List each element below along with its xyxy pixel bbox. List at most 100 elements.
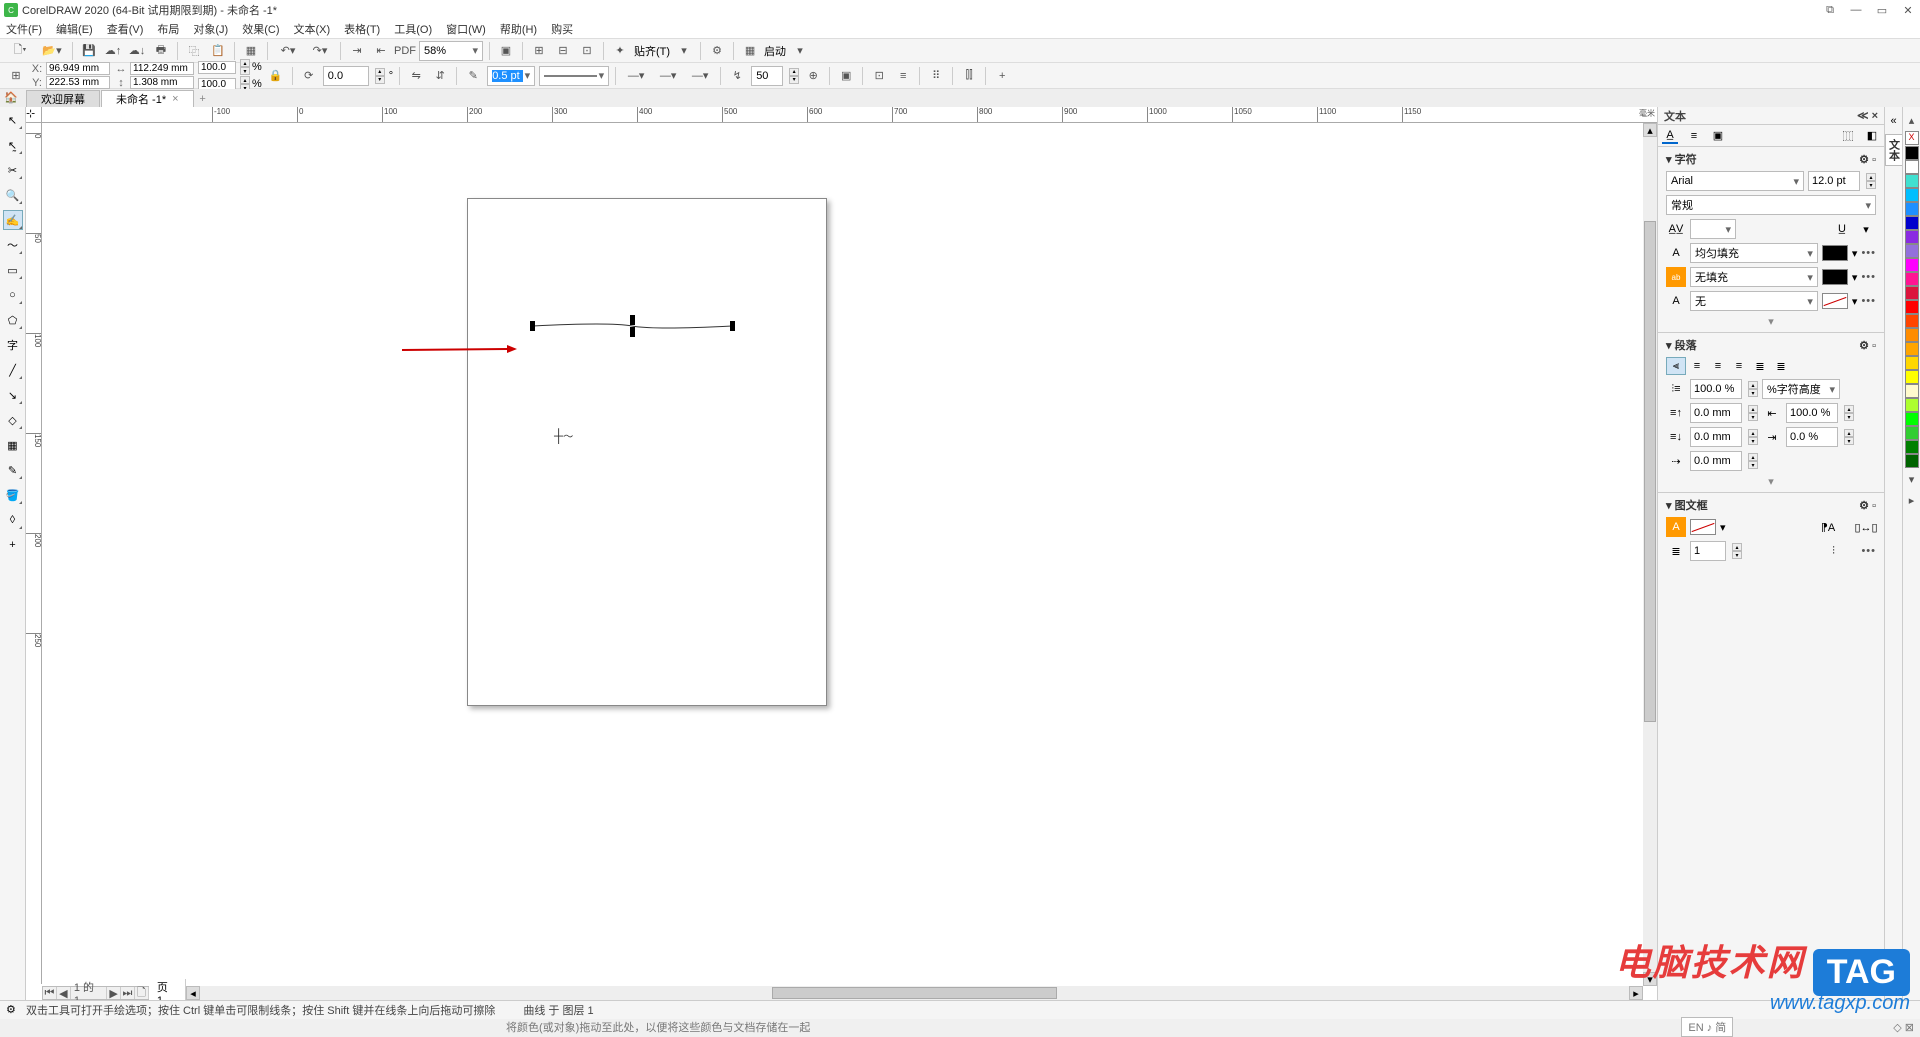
redo-button[interactable]: ↷▾ — [306, 41, 334, 61]
rulers-icon[interactable]: ⊞ — [529, 41, 549, 61]
launch-label[interactable]: 启动 — [764, 43, 786, 59]
open-button[interactable]: 📂▾ — [38, 41, 66, 61]
zoom-input[interactable] — [424, 45, 470, 57]
left-indent-input[interactable] — [1786, 403, 1838, 423]
menu-buy[interactable]: 购买 — [551, 21, 573, 37]
color-swatch[interactable] — [1905, 342, 1919, 356]
color-swatch[interactable] — [1905, 160, 1919, 174]
menu-view[interactable]: 查看(V) — [107, 21, 144, 37]
vertical-align-icon[interactable]: ⫶ — [1823, 541, 1843, 561]
color-swatch[interactable] — [1905, 286, 1919, 300]
ruler-horizontal[interactable]: 毫米 -100010020030040050060070080090010001… — [42, 107, 1657, 123]
handle-left[interactable] — [530, 321, 535, 331]
color-swatch[interactable] — [1905, 398, 1919, 412]
grid2-icon[interactable]: ⠿ — [926, 66, 946, 86]
menu-help[interactable]: 帮助(H) — [500, 21, 537, 37]
eyedropper-tool[interactable]: ✎ — [3, 460, 23, 480]
status-gear-icon[interactable]: ⚙ — [6, 1003, 20, 1017]
start-arrow-combo[interactable]: —▾ — [622, 66, 650, 86]
lock-ratio-icon[interactable]: 🔒 — [266, 66, 286, 86]
freehand-tool[interactable]: ✍ — [3, 210, 23, 230]
add-preset-icon[interactable]: + — [992, 66, 1012, 86]
prev-page-icon[interactable]: ◀ — [57, 987, 71, 999]
handle-top[interactable] — [630, 315, 635, 325]
text-tool[interactable]: 字 — [3, 335, 23, 355]
color-swatch[interactable] — [1905, 440, 1919, 454]
import-button[interactable]: ⇥ — [347, 41, 367, 61]
rotation-spinner[interactable]: ▴▾ — [375, 68, 385, 84]
frame-gear-icon[interactable]: ⚙ ▫ — [1859, 499, 1876, 512]
char-expand-icon[interactable]: ▾ — [1666, 315, 1876, 328]
paste-button[interactable]: 📋 — [208, 41, 228, 61]
artistic-tool[interactable]: 〜 — [3, 235, 23, 255]
first-page-icon[interactable]: ⏮ — [43, 987, 57, 999]
outline-swatch[interactable] — [1822, 293, 1848, 309]
color-swatch[interactable] — [1905, 272, 1919, 286]
cloud-up-icon[interactable]: ☁↑ — [103, 41, 123, 61]
add-tab-button[interactable]: + — [195, 91, 211, 107]
tab-close-icon[interactable]: × — [172, 93, 178, 105]
next-page-icon[interactable]: ▶ — [107, 987, 121, 999]
options-icon2[interactable]: ◧ — [1864, 128, 1880, 144]
color-swatch[interactable] — [1905, 230, 1919, 244]
para-expand-icon[interactable]: ▾ — [1666, 475, 1876, 488]
scroll-down-icon[interactable]: ▾ — [1643, 972, 1657, 986]
shape-tool[interactable]: ↖̰ — [3, 135, 23, 155]
align-center-icon[interactable]: ≡ — [1708, 357, 1728, 375]
outline-type-combo[interactable]: 无▾ — [1690, 291, 1818, 311]
docker-menu-icon[interactable]: ≪ × — [1857, 109, 1878, 122]
frame-fill-icon[interactable]: A — [1666, 517, 1686, 537]
snap-dropdown[interactable]: ▾ — [674, 41, 694, 61]
grid-icon[interactable]: ⊟ — [553, 41, 573, 61]
menu-file[interactable]: 文件(F) — [6, 21, 42, 37]
font-size-input[interactable] — [1808, 171, 1860, 191]
add-tool-button[interactable]: + — [3, 535, 23, 555]
color-swatch[interactable] — [1905, 258, 1919, 272]
char-tab-icon[interactable]: A̲ — [1662, 128, 1678, 144]
columns-icon2[interactable]: ≣ — [1666, 541, 1686, 561]
color-swatch[interactable] — [1905, 244, 1919, 258]
palette-up-icon[interactable]: ▴ — [1902, 110, 1920, 130]
side-tab-text[interactable]: 文本 — [1885, 134, 1903, 166]
menu-window[interactable]: 窗口(W) — [446, 21, 486, 37]
palette-down-icon[interactable]: ▾ — [1902, 469, 1920, 489]
cloud-down-icon[interactable]: ☁↓ — [127, 41, 147, 61]
underline-drop-icon[interactable]: ▾ — [1856, 219, 1876, 239]
before-spacing-input[interactable] — [1690, 403, 1742, 423]
minimize-button[interactable]: — — [1848, 2, 1864, 18]
color-swatch[interactable] — [1905, 174, 1919, 188]
menu-tools[interactable]: 工具(O) — [394, 21, 432, 37]
tab-welcome[interactable]: 欢迎屏幕 — [26, 90, 100, 107]
x-input[interactable] — [46, 62, 110, 75]
align-icon[interactable]: ≡ — [893, 66, 913, 86]
outline-width-input[interactable] — [492, 70, 522, 82]
end-arrow-combo[interactable]: —▾ — [654, 66, 682, 86]
selected-curve[interactable] — [530, 320, 735, 332]
scroll-left-icon[interactable]: ◂ — [186, 986, 200, 1000]
undo-button[interactable]: ↶▾ — [274, 41, 302, 61]
menu-table[interactable]: 表格(T) — [344, 21, 380, 37]
zoom-combo[interactable]: ▾ — [419, 41, 483, 61]
side-close-icon[interactable]: « — [1884, 111, 1904, 131]
menu-layout[interactable]: 布局 — [157, 21, 179, 37]
hscroll-thumb[interactable] — [772, 987, 1058, 999]
color-swatch[interactable] — [1905, 356, 1919, 370]
frame-swatch[interactable] — [1690, 519, 1716, 535]
outline-tool[interactable]: ◊ — [3, 510, 23, 530]
close-button[interactable]: ✕ — [1900, 2, 1916, 18]
clipboard-icon[interactable]: ▦ — [241, 41, 261, 61]
fill-type-combo[interactable]: 均匀填充▾ — [1690, 243, 1818, 263]
bbox-icon[interactable]: ▣ — [836, 66, 856, 86]
font-style-combo[interactable]: 常规▾ — [1666, 195, 1876, 215]
print-button[interactable]: 🖶 — [151, 41, 171, 61]
fullscreen-icon[interactable]: ▣ — [496, 41, 516, 61]
distribute-icon[interactable]: ⫿⫿ — [959, 66, 979, 86]
color-swatch[interactable] — [1905, 146, 1919, 160]
dimension-tool[interactable]: ╱ — [3, 360, 23, 380]
snap-options-icon[interactable]: ✦ — [610, 41, 630, 61]
para-gear-icon[interactable]: ⚙ ▫ — [1859, 339, 1876, 352]
convert-icon[interactable]: ⊡ — [869, 66, 889, 86]
rotation-input[interactable] — [328, 70, 364, 82]
align-none-icon[interactable]: ⫷ — [1666, 357, 1686, 375]
rectangle-tool[interactable]: ▭ — [3, 260, 23, 280]
